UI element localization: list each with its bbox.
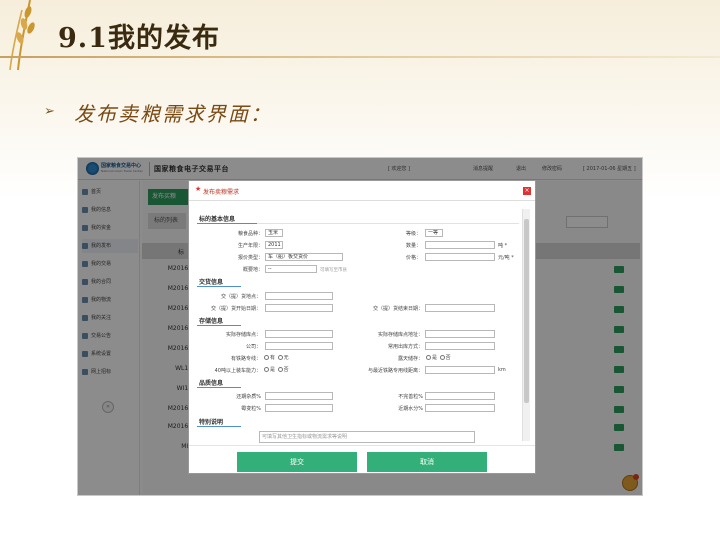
shelter-label: 露天储存： — [397, 356, 423, 362]
slide-title-bar: 9.1我的发布 — [0, 12, 720, 58]
section-underline — [197, 426, 241, 427]
distance-label: 与最近铁路专用线距离： — [367, 368, 423, 374]
title-divider — [0, 56, 720, 58]
company-label: 公司： — [245, 344, 261, 350]
slide-subtitle: 发布卖粮需求界面： — [74, 102, 272, 126]
rail-no-radio[interactable] — [277, 355, 283, 360]
distance-unit: km — [498, 367, 506, 373]
price-type-select[interactable]: 车（船）板交货价 — [265, 253, 343, 261]
section-underline — [197, 387, 241, 388]
star-icon: ★ — [195, 185, 202, 193]
warehouse-address-label: 实际存储库点地址： — [377, 332, 423, 338]
delivery-end-label: 交（提）货结束日期： — [372, 306, 423, 312]
grade-label: 等级： — [405, 231, 421, 237]
delivery-place-label: 交（提）货地点： — [220, 294, 261, 300]
section-underline — [197, 286, 241, 287]
warehouse-input[interactable] — [265, 330, 333, 338]
variety-label: 粮食品种： — [237, 231, 263, 237]
publish-sell-dialog: ★ 发布卖粮需求 × 标的基本信息 粮食品种： 玉米 等级： 一等 生产年限： … — [188, 180, 536, 474]
slide-title: 9.1我的发布 — [58, 23, 220, 54]
distance-input[interactable] — [425, 366, 495, 374]
shelter-yes-radio[interactable] — [426, 355, 431, 360]
section-delivery-title: 交货信息 — [199, 279, 224, 286]
variety-select[interactable]: 玉米 — [265, 229, 283, 237]
quantity-label: 数量： — [405, 243, 421, 249]
bullet-icon: ➢ — [44, 104, 55, 119]
company-input[interactable] — [265, 342, 333, 350]
rail-label: 有铁路专线： — [230, 356, 261, 362]
section-underline — [197, 223, 257, 224]
moisture-label: 近期水分% — [398, 406, 423, 412]
warehouse-label: 实际存储库点： — [225, 332, 261, 338]
remark-label: 概要地： — [242, 267, 263, 273]
section-special-title: 特别说明 — [199, 419, 224, 426]
dialog-footer: 提交 取消 — [189, 445, 535, 473]
quantity-input[interactable] — [425, 241, 495, 249]
quantity-unit: 吨 * — [498, 243, 508, 249]
warehouse-address-input[interactable] — [425, 330, 495, 338]
delivery-start-input[interactable] — [265, 304, 333, 312]
price-type-label: 报价类型： — [237, 255, 263, 261]
imperfect-label: 不完善粒% — [398, 394, 423, 400]
submit-button[interactable]: 提交 — [237, 452, 357, 472]
price-label: 价格： — [405, 255, 421, 261]
shelter-radio-group: 是 否 — [425, 354, 451, 361]
capacity-label: 40吨以上装车能力： — [214, 368, 261, 374]
capacity-no-radio[interactable] — [277, 367, 283, 372]
mildew-input[interactable] — [265, 404, 333, 412]
delivery-end-input[interactable] — [425, 304, 495, 312]
delivery-start-label: 交（提）货开始日期： — [210, 306, 261, 312]
cancel-button[interactable]: 取消 — [367, 452, 487, 472]
section-quality-title: 品质信息 — [199, 380, 224, 387]
scrollbar-thumb[interactable] — [524, 219, 529, 403]
section-basic-title: 标的基本信息 — [199, 216, 236, 223]
capacity-yes-radio[interactable] — [264, 367, 269, 372]
outbound-label: 常用出库方式： — [387, 344, 423, 350]
close-icon[interactable]: × — [523, 187, 531, 195]
year-label: 生产年限： — [237, 243, 263, 249]
imperfect-input[interactable] — [425, 392, 495, 400]
impurity-label: 还期杂质% — [236, 394, 261, 400]
remark-input[interactable]: -- — [265, 265, 317, 273]
price-unit: 元/吨 * — [498, 255, 514, 261]
capacity-radio-group: 是 否 — [263, 366, 289, 373]
rail-yes-radio[interactable] — [264, 355, 269, 360]
shelter-no-radio[interactable] — [439, 355, 445, 360]
rail-radio-group: 有 无 — [263, 354, 289, 361]
section-storage-title: 存储信息 — [199, 318, 224, 325]
dialog-title: 发布卖粮需求 — [203, 189, 240, 196]
moisture-input[interactable] — [425, 404, 495, 412]
mildew-label: 霉变粒% — [241, 406, 261, 412]
price-input[interactable] — [425, 253, 495, 261]
year-input[interactable]: 2011 — [265, 241, 283, 249]
grade-select[interactable]: 一等 — [425, 229, 443, 237]
dialog-scrollbar[interactable] — [522, 209, 530, 441]
outbound-select[interactable] — [425, 342, 495, 350]
special-notes-textarea[interactable]: 可填写其他卫生指标或物流需求等说明 — [259, 431, 475, 443]
delivery-place-input[interactable] — [265, 292, 333, 300]
section-underline — [197, 325, 241, 326]
dialog-header: ★ 发布卖粮需求 × — [189, 181, 535, 201]
impurity-input[interactable] — [265, 392, 333, 400]
remark-hint: 可填写至市县 — [320, 268, 347, 273]
